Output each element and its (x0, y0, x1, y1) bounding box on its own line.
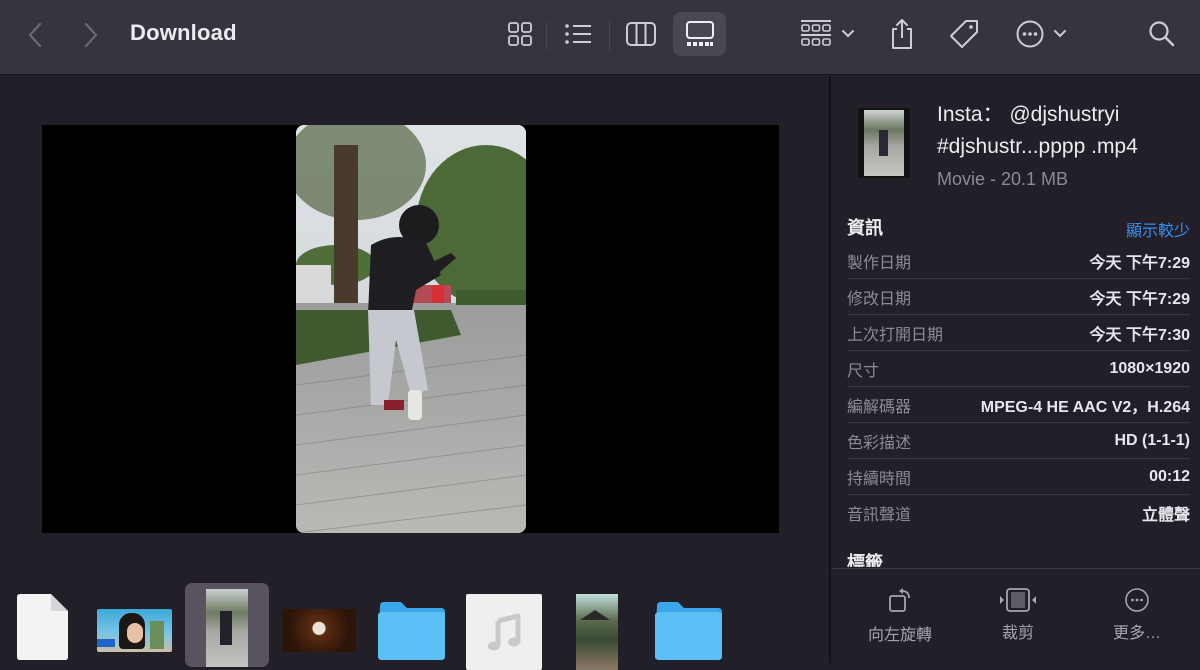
thumbnail-audio[interactable] (466, 594, 542, 670)
chevron-down-icon (842, 30, 854, 38)
gallery-view-button[interactable] (673, 12, 726, 56)
info-value: MPEG-4 HE AAC V2，H.264 (980, 398, 1190, 416)
tags-section-title: 標籤 (847, 553, 883, 567)
chevron-left-icon (28, 22, 42, 48)
thumbnail-image-temple[interactable] (576, 594, 618, 670)
info-label: 持續時間 (847, 470, 912, 488)
more-icon (1125, 588, 1149, 612)
quick-actions-bar: 向左旋轉 裁剪 更多… (831, 568, 1200, 663)
search-icon (1149, 21, 1175, 47)
chevron-down-icon (1054, 30, 1066, 38)
file-kind-size: Movie - 20.1 MB (937, 169, 1069, 189)
info-value: 1080×1920 (1109, 359, 1190, 377)
file-name: Insta： @djshustryi #djshustr...pppp .mp4 (937, 99, 1197, 163)
info-value: 00:12 (1149, 467, 1190, 485)
share-icon (892, 19, 912, 49)
ellipsis-circle-icon (1016, 20, 1044, 48)
rotate-left-button[interactable]: 向左旋轉 (845, 587, 955, 645)
trim-button[interactable]: 裁剪 (963, 587, 1073, 643)
toolbar-divider (609, 22, 610, 50)
gallery-icon (685, 21, 714, 46)
thumbnail-badge (97, 639, 115, 647)
thumbnail-video-drink[interactable] (97, 609, 172, 652)
info-value: HD (1-1-1) (1114, 431, 1190, 449)
video-preview[interactable] (296, 125, 526, 533)
preview-pane[interactable] (42, 125, 779, 533)
icon-view-button[interactable] (500, 14, 540, 54)
preview-inspector: Insta： @djshustryi #djshustr...pppp .mp4… (831, 76, 1200, 663)
share-button[interactable] (884, 14, 920, 54)
info-row-created: 製作日期 今天 下午7:29 (847, 243, 1190, 279)
thumbnail-folder[interactable] (377, 602, 446, 660)
thumbnail-subject (220, 611, 232, 645)
thumbnail-folder[interactable] (654, 602, 723, 660)
thumbnail-document[interactable] (17, 594, 68, 660)
info-row-last-opened: 上次打開日期 今天 下午7:30 (847, 315, 1190, 351)
thumbnail-face (127, 623, 143, 643)
info-row-codecs: 編解碼器 MPEG-4 HE AAC V2，H.264 (847, 387, 1190, 423)
blank-document-icon (17, 594, 68, 660)
info-value: 今天 下午7:30 (1089, 326, 1190, 344)
thumbnail-video-dance[interactable] (206, 589, 248, 667)
info-label: 上次打開日期 (847, 326, 944, 344)
info-row-duration: 持續時間 00:12 (847, 459, 1190, 495)
music-note-icon (488, 613, 521, 651)
more-actions-button[interactable]: 更多… (1082, 587, 1192, 643)
thumbnail-drink (150, 621, 164, 649)
chevron-right-icon (84, 22, 98, 48)
more-actions-label: 更多… (1112, 625, 1161, 642)
group-icon (801, 20, 831, 46)
rotate-left-icon (889, 588, 910, 612)
list-view-button[interactable] (557, 14, 599, 54)
trim-label: 裁剪 (1001, 625, 1034, 642)
trim-icon (1000, 588, 1036, 612)
thumbnail-roof (580, 610, 610, 620)
tag-button[interactable] (944, 14, 984, 54)
column-view-button[interactable] (620, 14, 662, 54)
info-label: 編解碼器 (847, 398, 912, 416)
file-name-line-2: #djshustr...pppp .mp4 (937, 135, 1138, 158)
file-thumbnail (858, 108, 910, 178)
info-row-color-profile: 色彩描述 HD (1-1-1) (847, 423, 1190, 459)
list-icon (565, 24, 591, 44)
gallery-area (0, 76, 830, 670)
rotate-left-label: 向左旋轉 (867, 627, 932, 644)
back-button[interactable] (20, 18, 50, 52)
info-label: 修改日期 (847, 290, 912, 308)
tag-icon (950, 20, 978, 48)
file-name-line-1: Insta： @djshustryi (937, 103, 1120, 126)
info-label: 尺寸 (847, 362, 880, 380)
show-less-link[interactable]: 顯示較少 (1126, 217, 1190, 241)
info-label: 製作日期 (847, 254, 912, 272)
toolbar-divider (546, 22, 547, 50)
folder-icon (655, 602, 722, 660)
info-row-audio-channels: 音訊聲道 立體聲 (847, 495, 1190, 531)
info-value: 今天 下午7:29 (1089, 290, 1190, 308)
thumbnail-strip (0, 576, 830, 670)
info-label: 音訊聲道 (847, 507, 912, 524)
video-frame-image (296, 125, 526, 533)
window-title: Download (130, 20, 237, 45)
info-value: 立體聲 (1141, 507, 1190, 524)
info-row-dimensions: 尺寸 1080×1920 (847, 351, 1190, 387)
info-row-modified: 修改日期 今天 下午7:29 (847, 279, 1190, 315)
info-label: 色彩描述 (847, 434, 912, 452)
folder-icon (378, 602, 445, 660)
grid-icon (508, 22, 532, 46)
search-button[interactable] (1144, 14, 1180, 54)
thumbnail-image-lamp[interactable] (282, 609, 356, 652)
info-value: 今天 下午7:29 (1089, 254, 1190, 272)
forward-button[interactable] (76, 18, 106, 52)
info-section-title: 資訊 (847, 218, 883, 238)
action-menu-button[interactable] (1010, 14, 1072, 54)
group-by-button[interactable] (796, 14, 858, 54)
toolbar: Download (0, 0, 1200, 75)
columns-icon (626, 22, 656, 46)
file-thumbnail-image (864, 110, 904, 176)
thumbnail-subject (879, 130, 888, 156)
